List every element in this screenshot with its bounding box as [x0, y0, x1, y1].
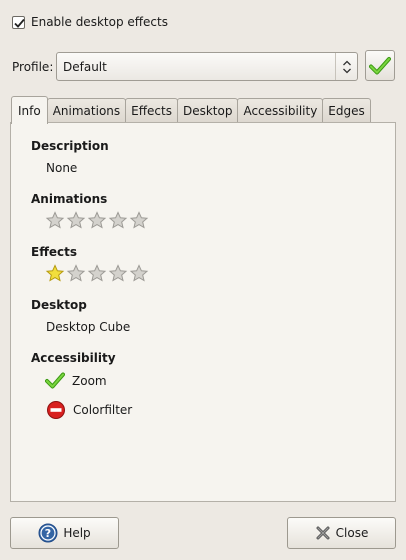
profile-select-value: Default	[63, 59, 107, 74]
star-empty-icon	[66, 264, 87, 282]
accessibility-item-zoom: Zoom	[45, 371, 107, 391]
no-entry-icon	[47, 401, 65, 419]
description-title: Description	[31, 139, 109, 153]
svg-text:?: ?	[45, 527, 51, 540]
updown-arrows-icon	[335, 53, 357, 80]
effects-rating	[45, 264, 150, 282]
info-panel	[10, 122, 396, 502]
star-empty-icon	[108, 211, 129, 229]
profile-label: Profile:	[12, 60, 54, 74]
tab-accessibility[interactable]: Accessibility	[237, 98, 324, 123]
close-button-label: Close	[335, 526, 369, 540]
tab-edges[interactable]: Edges	[322, 98, 371, 123]
animations-title: Animations	[31, 192, 108, 206]
check-icon	[45, 372, 65, 389]
star-empty-icon	[87, 264, 108, 282]
star-filled-icon	[45, 264, 66, 282]
close-icon	[316, 526, 330, 540]
enable-effects-checkbox[interactable]	[12, 15, 25, 29]
star-empty-icon	[129, 264, 150, 282]
enable-effects-row[interactable]: Enable desktop effects	[12, 15, 168, 29]
close-button[interactable]: Close	[287, 517, 396, 549]
star-empty-icon	[87, 211, 108, 229]
tab-bar: Info Animations Effects Desktop Accessib…	[11, 96, 371, 124]
tab-animations[interactable]: Animations	[46, 98, 127, 123]
desktop-value: Desktop Cube	[46, 320, 131, 334]
animations-rating	[45, 211, 150, 229]
help-icon: ?	[38, 523, 58, 543]
description-value: None	[46, 161, 78, 175]
accessibility-item-colorfilter: Colorfilter	[46, 400, 132, 420]
star-empty-icon	[108, 264, 129, 282]
accessibility-title: Accessibility	[31, 351, 116, 365]
apply-profile-button[interactable]	[365, 50, 395, 81]
tab-info[interactable]: Info	[11, 96, 48, 124]
check-icon	[369, 56, 391, 74]
star-empty-icon	[45, 211, 66, 229]
accessibility-item-label: Zoom	[72, 374, 107, 388]
desktop-title: Desktop	[31, 298, 87, 312]
tab-desktop[interactable]: Desktop	[176, 98, 239, 123]
profile-select[interactable]: Default	[56, 52, 358, 81]
enable-effects-label: Enable desktop effects	[31, 15, 168, 29]
star-empty-icon	[66, 211, 87, 229]
star-empty-icon	[129, 211, 150, 229]
effects-title: Effects	[31, 245, 78, 259]
accessibility-item-label: Colorfilter	[73, 403, 133, 417]
help-button-label: Help	[63, 526, 91, 540]
help-button[interactable]: ? Help	[10, 517, 119, 549]
tab-effects[interactable]: Effects	[125, 98, 178, 123]
